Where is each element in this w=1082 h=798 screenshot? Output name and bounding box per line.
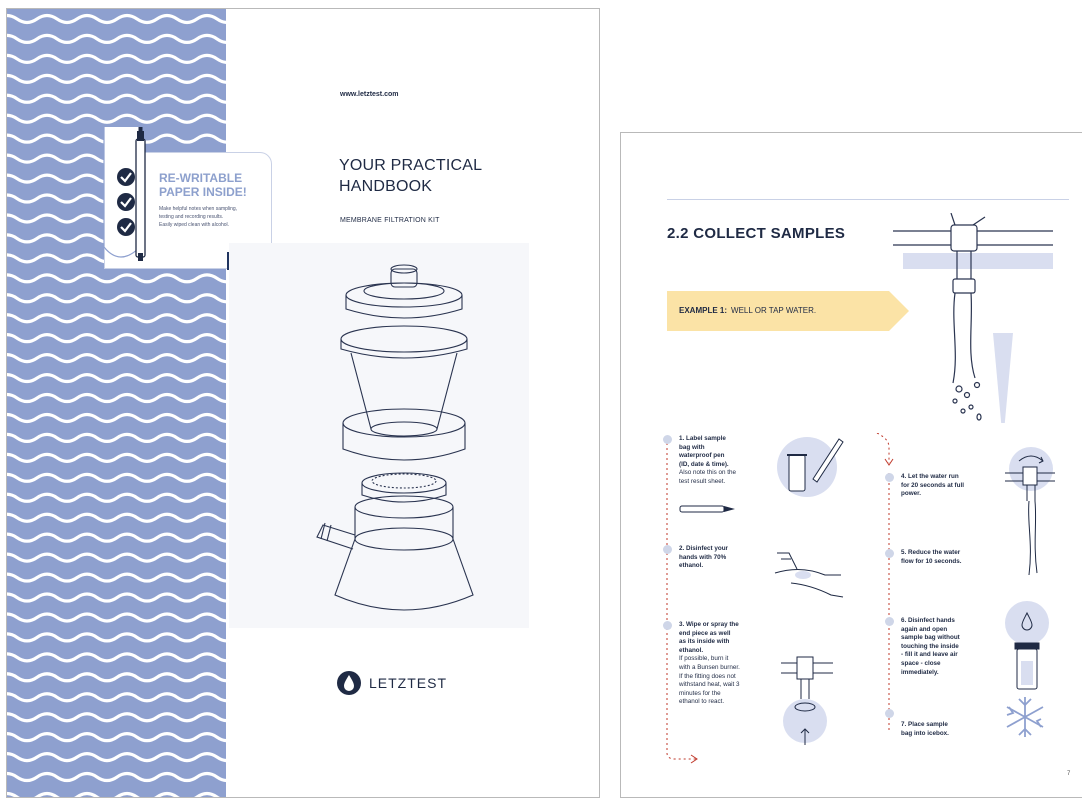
step-1-line: test result sheet. [679,477,726,485]
step-6-line: space - close [901,659,941,667]
header-rule [667,199,1069,200]
check-icon [117,168,135,186]
step-dot [663,545,672,554]
step-3-line: with a Bunsen burner. [679,663,740,671]
step-dot [885,617,894,626]
step-6-line: sample bag without [901,634,960,642]
cover-title: YOUR PRACTICAL HANDBOOK [339,155,482,197]
step-3-line: ethanol. [679,646,704,654]
step-4-line: power. [901,490,921,498]
step-6-line: - fill it and leave air [901,651,958,659]
step-2-line: 2. Disinfect your [679,545,728,552]
step-5-line: 5. Reduce the water [901,549,961,556]
step-7: 7. Place sample bag into icebox. [901,721,949,738]
example-banner-text: EXAMPLE 1: WELL OR TAP WATER. [679,306,816,315]
check-icon [117,218,135,236]
tag-body-line1: Make helpful notes when sampling, [159,206,238,212]
tag-heading: RE-WRITABLE PAPER INSIDE! [159,171,247,199]
tag-heading-line2: PAPER INSIDE! [159,185,247,199]
cover-title-line2: HANDBOOK [339,178,433,195]
step-2-line: hands with 70% [679,553,727,561]
step-7-line: 7. Place sample [901,721,948,728]
step-3-line: withstand heat, wait 3 [679,681,740,689]
pipe-tap-icon [893,213,1053,423]
tag-heading-line1: RE-WRITABLE [159,171,243,185]
step-3-line: as its inside with [679,638,730,646]
filtration-device-illustration [229,243,529,628]
step-4-line: 4. Let the water run [901,473,959,480]
snowflake-icon [1006,697,1044,737]
step-3-line: end piece as well [679,629,731,637]
pen-icon [679,505,735,513]
check-icon [117,193,135,211]
sample-bag-pen-icon [777,437,844,497]
step-6-line: touching the inside [901,642,959,650]
step-6-line: 6. Disinfect hands [901,617,955,624]
tag-body-line3: Easily wiped clean with alcohol. [159,222,230,228]
step-6-line: again and open [901,625,948,633]
step-3-line: minutes for the [679,689,721,697]
handbook-cover-page: www.letztest.com YOUR PRACTICAL HANDBOOK… [6,8,600,798]
pen-and-checks-illustration [103,127,146,261]
step-1-line: 1. Label sample [679,435,726,442]
step-6-line: immediately. [901,668,939,676]
step-1: 1. Label sample bag with waterproof pen … [679,435,736,487]
brand-name: LETZTEST [369,675,448,691]
tag-body: Make helpful notes when sampling, testin… [159,205,267,229]
website-url[interactable]: www.letztest.com [340,91,398,98]
step-7-line: bag into icebox. [901,729,949,737]
step-1-line: waterproof pen [679,452,725,460]
step-3: 3. Wipe or spray the end piece as well a… [679,621,740,707]
step-3-line: If possible, burn it [679,655,729,663]
collect-samples-page: 2.2 COLLECT SAMPLES EXAMPLE 1: WELL OR TA… [620,132,1082,798]
step-1-line: (ID, date & time). [679,460,729,468]
step-5-line: flow for 10 seconds. [901,557,962,565]
hands-icon [774,552,844,598]
step-5: 5. Reduce the water flow for 10 seconds. [901,549,962,566]
cover-title-line1: YOUR PRACTICAL [339,157,483,174]
cover-subtitle: MEMBRANE FILTRATION KIT [340,217,440,224]
step-2-line: ethanol. [679,562,704,570]
step-1-line: Also note this on the [679,469,737,477]
step-4: 4. Let the water run for 20 seconds at f… [901,473,964,499]
step-dot [885,473,894,482]
step-2: 2. Disinfect your hands with 70% ethanol… [679,545,728,571]
example-label: EXAMPLE 1: [679,306,728,315]
step-1-line: bag with [679,443,705,451]
step-dot [885,549,894,558]
step-dot [663,435,672,444]
step-3-line: ethanol to react. [679,698,725,706]
example-title: WELL OR TAP WATER. [731,306,817,315]
marker-pen-icon [135,138,146,258]
step-dot [663,621,672,630]
section-heading: 2.2 COLLECT SAMPLES [667,225,846,242]
step-dot [885,709,894,718]
step-3-line: 3. Wipe or spray the [679,621,739,628]
step-3-line: If the fitting does not [679,672,736,680]
letztest-brand: LETZTEST [337,671,447,695]
tap-disinfect-icon [781,656,833,745]
step-6: 6. Disinfect hands again and open sample… [901,617,960,677]
step-4-line: for 20 seconds at full [901,481,964,489]
sample-bag-icon [1005,601,1049,690]
water-drop-logo-icon [337,671,361,695]
tag-body-line2: testing and recording results. [159,214,224,220]
tap-running-icon [1005,447,1055,576]
page-number: 7 [1067,771,1071,777]
